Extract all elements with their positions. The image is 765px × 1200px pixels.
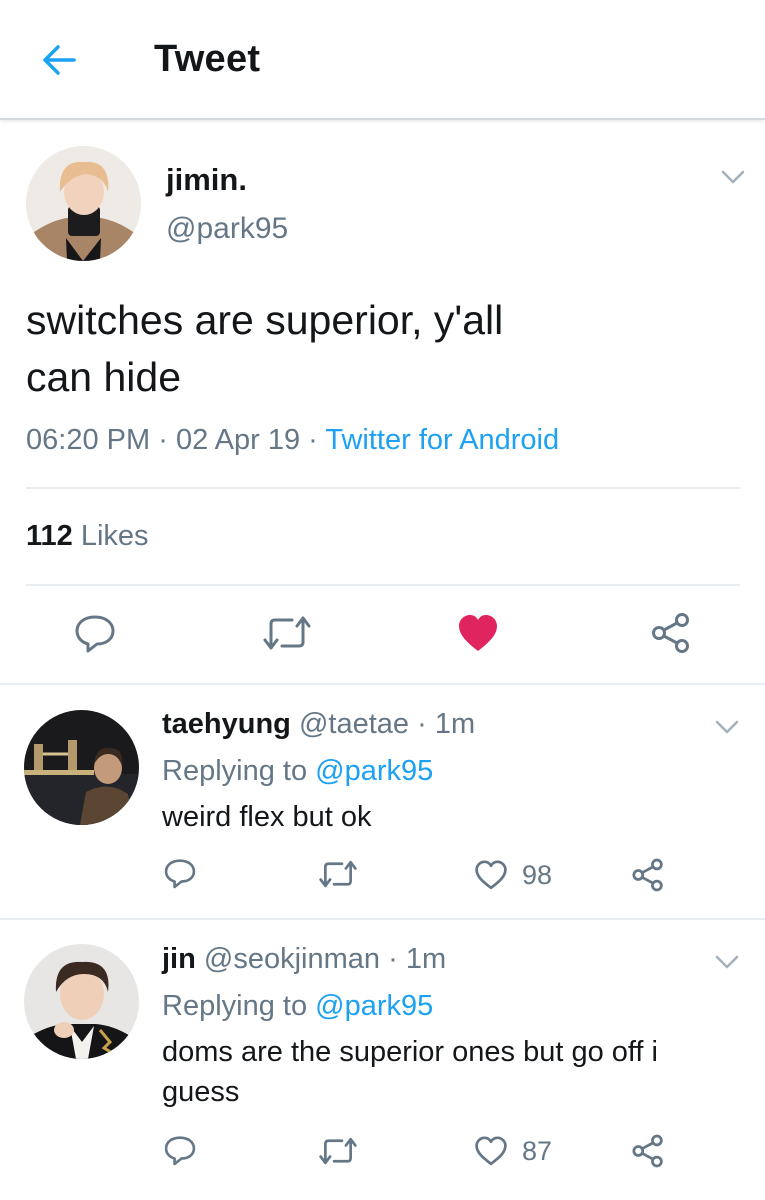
- reply-button[interactable]: [163, 857, 197, 889]
- tweet-date: 02 Apr 19: [175, 424, 301, 456]
- reply-icon: [164, 859, 196, 889]
- like-count: 87: [522, 1136, 553, 1166]
- tweet-time: 06:20 PM: [26, 424, 151, 456]
- reply-header: taehyung @taetae · 1m: [162, 708, 475, 741]
- share-button[interactable]: [631, 858, 665, 892]
- reply-menu-chevron[interactable]: [714, 718, 740, 736]
- chevron-down-icon: [721, 170, 745, 184]
- reply-handle[interactable]: @taetae: [299, 708, 409, 740]
- share-button[interactable]: [650, 612, 692, 654]
- avatar[interactable]: [24, 944, 139, 1059]
- reply-button[interactable]: [163, 1134, 197, 1166]
- replying-to: Replying to @park95: [162, 990, 433, 1023]
- reply-icon: [164, 1136, 196, 1166]
- reply-menu-chevron[interactable]: [714, 953, 740, 971]
- retweet-icon: [319, 860, 357, 888]
- divider: [0, 918, 765, 920]
- avatar[interactable]: [26, 146, 141, 261]
- mention-link[interactable]: @park95: [315, 755, 433, 787]
- share-button[interactable]: [631, 1134, 665, 1168]
- reply-header: jin @seokjinman · 1m: [162, 943, 446, 976]
- avatar[interactable]: [24, 710, 139, 825]
- share-icon: [632, 858, 663, 892]
- tweet-source-link[interactable]: Twitter for Android: [325, 424, 559, 456]
- user-handle[interactable]: @park95: [166, 212, 288, 246]
- heart-outline-icon: [475, 860, 507, 890]
- retweet-button[interactable]: [318, 859, 358, 889]
- reply-time: 1m: [434, 708, 476, 740]
- replying-to: Replying to @park95: [162, 755, 433, 788]
- meta-separator: ·: [417, 708, 427, 740]
- retweet-button[interactable]: [318, 1136, 358, 1166]
- top-bar: Tweet: [0, 0, 765, 120]
- tweet-text: switches are superior, y'all can hide: [26, 292, 666, 406]
- share-icon: [632, 1134, 663, 1168]
- reply-display-name[interactable]: taehyung: [162, 708, 291, 740]
- meta-separator: ·: [308, 424, 318, 456]
- retweet-button[interactable]: [262, 614, 312, 652]
- chevron-down-icon: [715, 955, 739, 969]
- meta-separator: ·: [158, 424, 168, 456]
- divider: [26, 584, 740, 586]
- replying-prefix: Replying to: [162, 990, 308, 1022]
- retweet-icon: [263, 616, 311, 650]
- retweet-icon: [319, 1137, 357, 1165]
- mention-link[interactable]: @park95: [315, 990, 433, 1022]
- back-button[interactable]: [40, 40, 80, 80]
- replying-prefix: Replying to: [162, 755, 308, 787]
- likes-label: Likes: [80, 520, 149, 552]
- reply-button[interactable]: [73, 613, 117, 653]
- display-name[interactable]: jimin.: [166, 162, 247, 198]
- reply-handle[interactable]: @seokjinman: [204, 943, 380, 975]
- reply-text: doms are the superior ones but go off i …: [162, 1036, 658, 1108]
- likes-count: 112: [26, 520, 73, 552]
- tweet-meta: 06:20 PM · 02 Apr 19 · Twitter for Andro…: [26, 424, 559, 457]
- share-icon: [652, 613, 689, 653]
- tweet-text-line: can hide: [26, 354, 182, 400]
- likes-summary[interactable]: 112 Likes: [26, 520, 149, 553]
- like-button[interactable]: [457, 613, 499, 653]
- reply-text: weird flex but ok: [162, 801, 372, 833]
- back-arrow-icon: [43, 45, 76, 75]
- tweet-menu-chevron[interactable]: [720, 168, 746, 186]
- reply-time: 1m: [405, 943, 447, 975]
- divider: [0, 683, 765, 685]
- like-button[interactable]: [474, 859, 508, 891]
- like-button[interactable]: [474, 1135, 508, 1167]
- tweet-text-line: switches are superior, y'all: [26, 297, 504, 343]
- page-title: Tweet: [154, 38, 261, 80]
- heart-filled-icon: [459, 615, 497, 651]
- like-count: 98: [522, 860, 553, 890]
- heart-outline-icon: [475, 1136, 507, 1166]
- meta-separator: ·: [388, 943, 398, 975]
- divider: [26, 487, 740, 489]
- reply-icon: [75, 615, 115, 653]
- reply-display-name[interactable]: jin: [162, 943, 196, 975]
- chevron-down-icon: [715, 720, 739, 734]
